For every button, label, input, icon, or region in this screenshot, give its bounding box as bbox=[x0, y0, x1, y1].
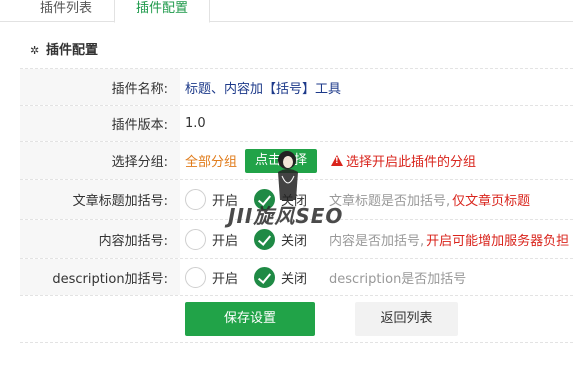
content-brackets-hint: 内容是否加括号, 开启可能增加服务器负担 bbox=[329, 230, 569, 249]
back-to-list-button[interactable]: 返回列表 bbox=[355, 302, 458, 336]
group-warning-text: 选择开启此插件的分组 bbox=[346, 155, 477, 170]
content-brackets-off-radio[interactable]: 关闭 bbox=[254, 228, 308, 250]
title-brackets-label: 文章标题加括号: bbox=[20, 180, 180, 219]
radio-off-icon bbox=[185, 266, 206, 288]
warning-icon bbox=[331, 155, 344, 166]
plugin-version-value: 1.0 bbox=[185, 116, 206, 131]
divider bbox=[20, 342, 573, 343]
plugin-version-label: 插件版本: bbox=[20, 106, 180, 141]
radio-off-icon bbox=[185, 189, 206, 210]
title-brackets-hint: 文章标题是否加括号, 仅文章页标题 bbox=[329, 190, 530, 209]
description-brackets-label: description加括号: bbox=[20, 259, 180, 295]
description-brackets-on-label: 开启 bbox=[212, 271, 239, 287]
title-brackets-hint-text: 文章标题是否加括号, bbox=[329, 194, 451, 209]
watermark-figure-icon bbox=[278, 151, 298, 200]
form-actions: 保存设置 返回列表 bbox=[185, 302, 458, 336]
description-brackets-options: 开启 关闭 description是否加括号 bbox=[185, 259, 466, 295]
gear-icon: ✲ bbox=[30, 44, 40, 57]
title-brackets-hint-red: 仅文章页标题 bbox=[452, 194, 531, 209]
content-brackets-on-label: 开启 bbox=[212, 233, 239, 249]
save-button[interactable]: 保存设置 bbox=[185, 302, 315, 336]
radio-checked-icon bbox=[254, 228, 276, 250]
description-brackets-off-label: 关闭 bbox=[281, 271, 308, 287]
panel-title: ✲ 插件配置 bbox=[30, 42, 98, 60]
watermark-text: JII旋风SEO bbox=[228, 204, 344, 228]
content-brackets-off-label: 关闭 bbox=[281, 233, 308, 249]
plugin-name-label: 插件名称: bbox=[20, 69, 180, 105]
tab-bar: 插件列表 插件配置 bbox=[0, 0, 573, 23]
description-brackets-off-radio[interactable]: 关闭 bbox=[254, 266, 308, 288]
tab-plugin-list[interactable]: 插件列表 bbox=[20, 0, 112, 22]
description-brackets-hint: description是否加括号 bbox=[329, 271, 467, 287]
content-brackets-on-radio[interactable]: 开启 bbox=[185, 228, 239, 250]
row-plugin-name: 插件名称: 标题、内容加【括号】工具 bbox=[20, 68, 573, 105]
plugin-version-cell: 1.0 bbox=[185, 106, 206, 141]
content-brackets-label: 内容加括号: bbox=[20, 220, 180, 258]
description-brackets-on-radio[interactable]: 开启 bbox=[185, 266, 239, 288]
radio-off-icon bbox=[185, 228, 206, 250]
content-brackets-hint-text: 内容是否加括号, bbox=[329, 233, 425, 249]
plugin-name-cell: 标题、内容加【括号】工具 bbox=[185, 69, 341, 105]
group-warning: 选择开启此插件的分组 bbox=[331, 151, 476, 170]
plugin-name-value: 标题、内容加【括号】工具 bbox=[185, 81, 342, 97]
group-cell: 全部分组 点击选择 选择开启此插件的分组 bbox=[185, 142, 476, 179]
row-plugin-version: 插件版本: 1.0 bbox=[20, 105, 573, 141]
row-description-brackets: description加括号: 开启 关闭 description是否加括号 bbox=[20, 258, 573, 296]
tab-plugin-config[interactable]: 插件配置 bbox=[114, 0, 210, 23]
content-brackets-hint-red: 开启可能增加服务器负担 bbox=[426, 233, 570, 249]
group-value: 全部分组 bbox=[185, 155, 238, 170]
group-label: 选择分组: bbox=[20, 142, 180, 179]
panel-title-text: 插件配置 bbox=[46, 43, 99, 58]
radio-checked-icon bbox=[254, 266, 276, 288]
